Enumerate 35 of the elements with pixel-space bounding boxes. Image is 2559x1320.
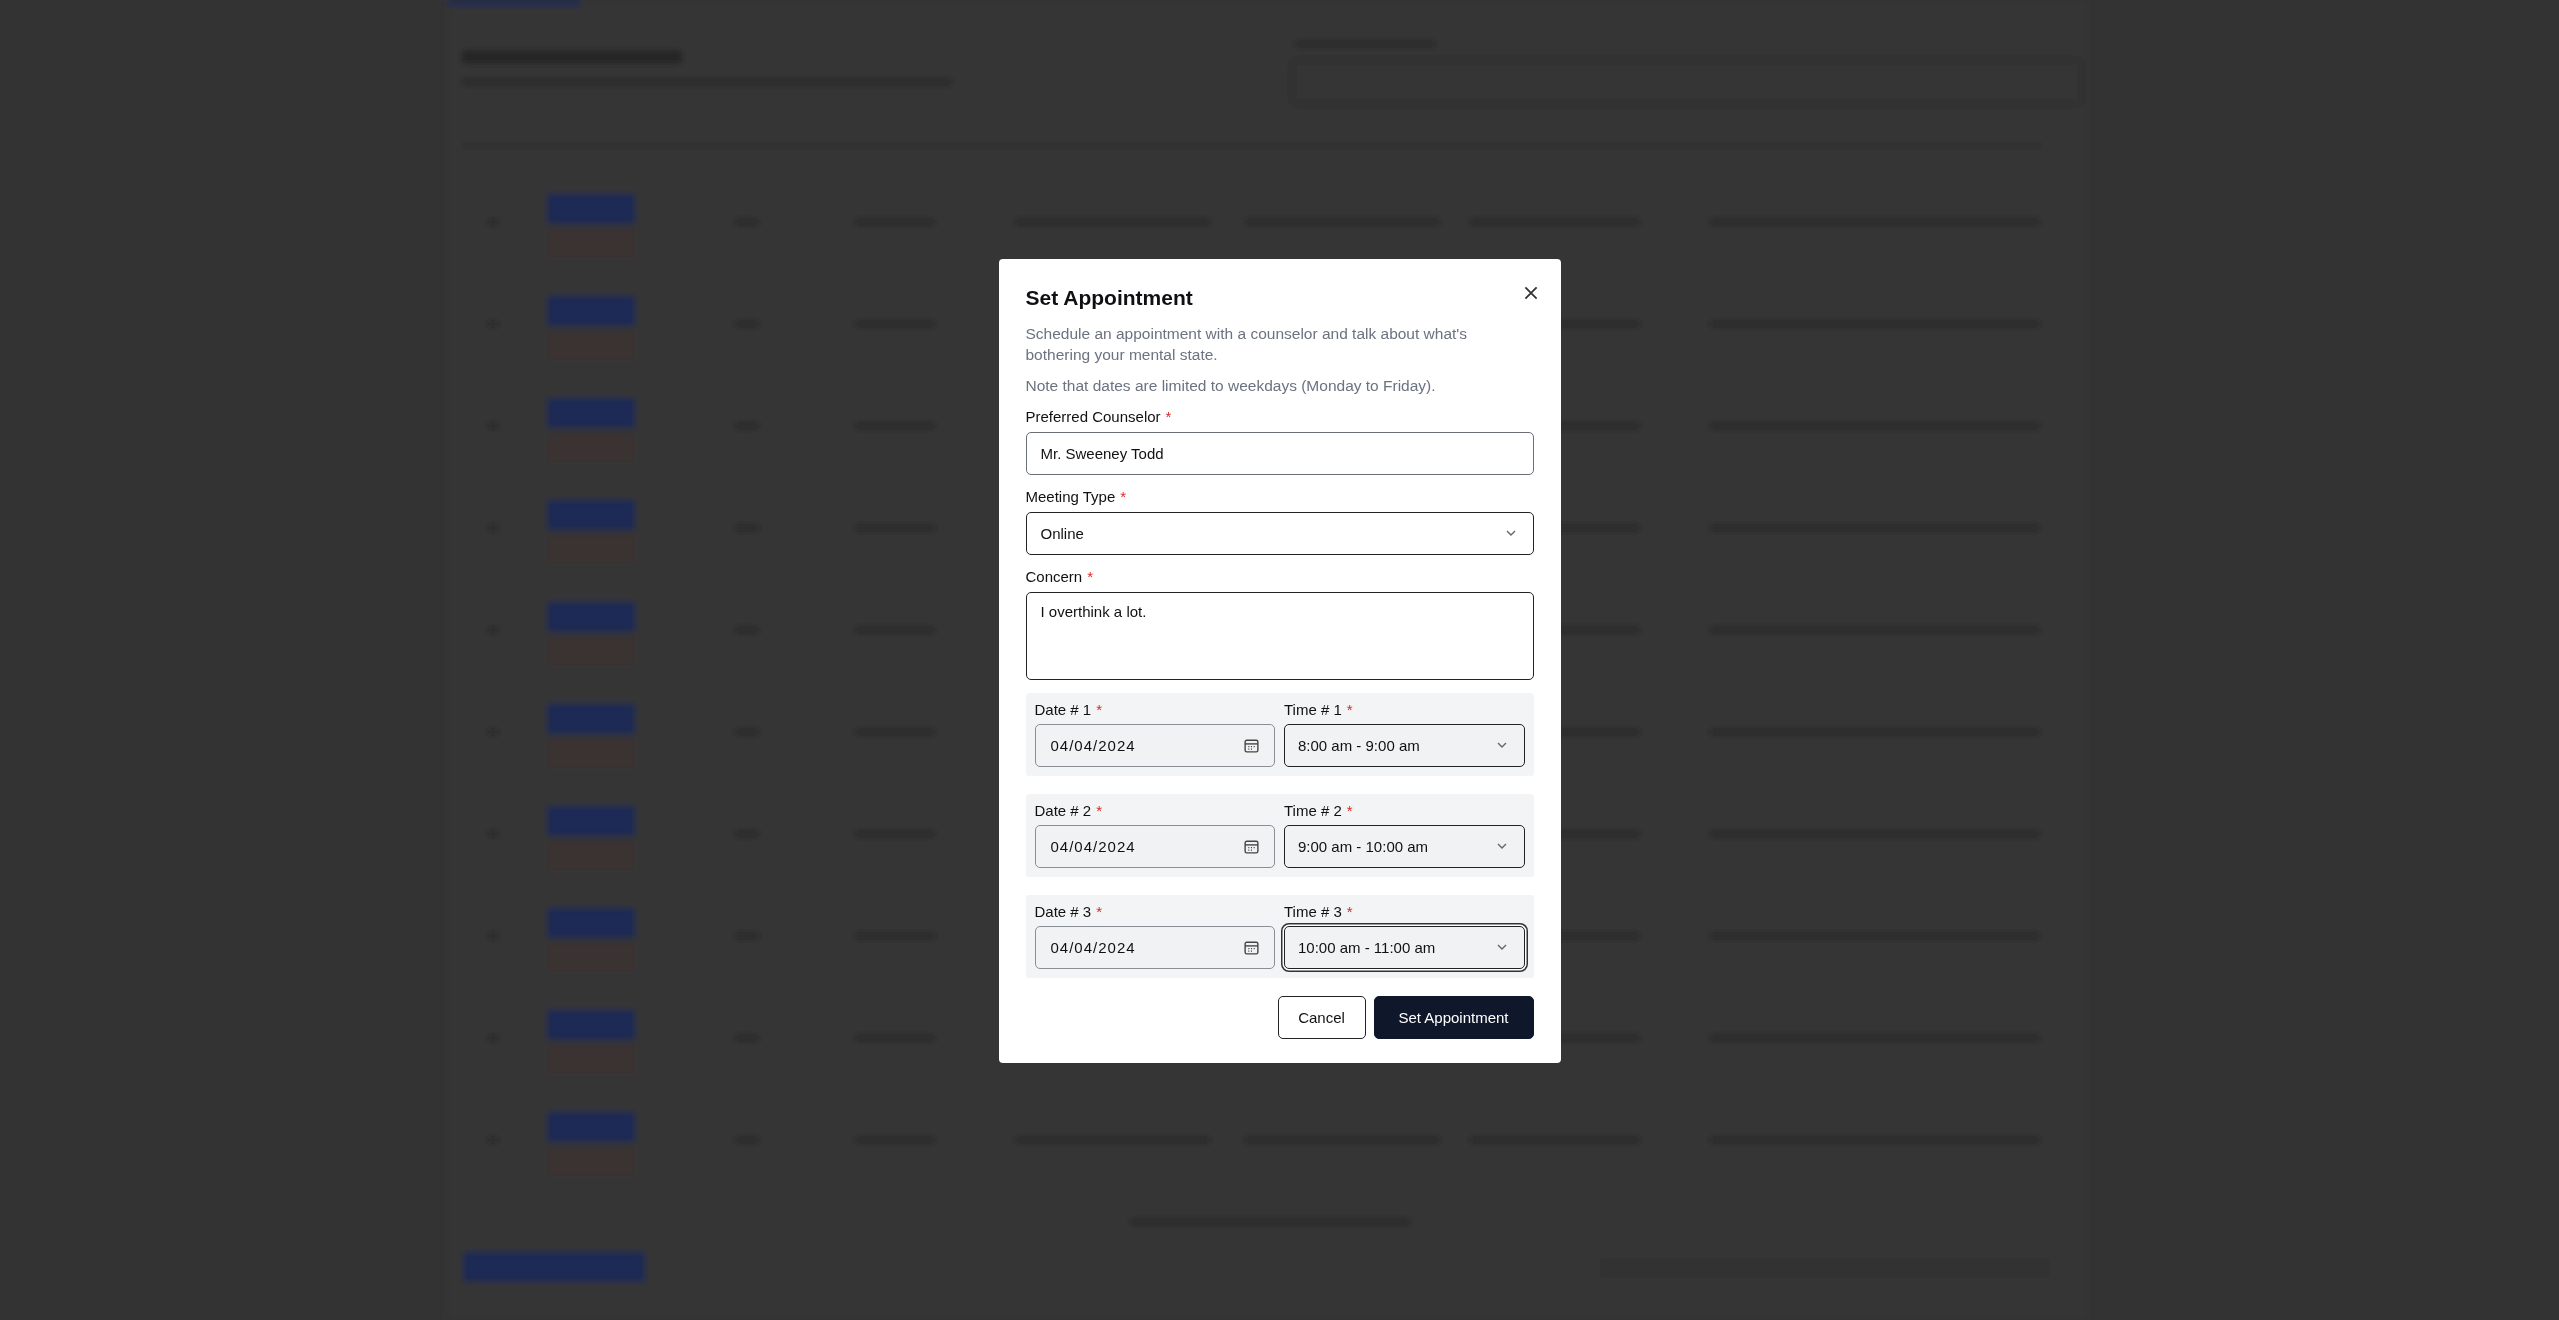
dialog-title: Set Appointment [1025, 284, 1193, 311]
dialog-description: Schedule an appointment with a counselor and talk about what's bothering your mental state. [1025, 323, 1469, 365]
required-mark: * [1165, 407, 1172, 426]
field-label: Meeting Type [1025, 487, 1116, 506]
counselor-input[interactable]: Mr. Sweeney Todd [1025, 431, 1534, 475]
concern-textarea[interactable]: I overthink a lot. [1025, 591, 1534, 680]
required-mark: * [1346, 902, 1353, 921]
calendar-icon[interactable] [1243, 837, 1260, 855]
meeting-type-select[interactable]: Online [1025, 511, 1534, 555]
required-mark: * [1346, 801, 1353, 820]
time-select[interactable]: 9:00 am - 10:00 am [1284, 824, 1525, 868]
date-input[interactable]: 04/04/2024 [1034, 925, 1275, 969]
field-label: Time # 3 [1284, 902, 1342, 921]
field-label: Concern [1025, 567, 1083, 586]
time-select[interactable]: 8:00 am - 9:00 am [1284, 723, 1525, 767]
dialog-note: Note that dates are limited to weekdays (Monday to Friday). [1025, 375, 1437, 396]
required-mark: * [1096, 700, 1103, 719]
time-select[interactable]: 10:00 am - 11:00 am [1284, 925, 1525, 969]
field-label: Date # 2 [1034, 801, 1092, 820]
required-mark: * [1120, 487, 1127, 506]
field-label: Date # 3 [1034, 902, 1092, 921]
date-input[interactable]: 04/04/2024 [1034, 824, 1275, 868]
required-mark: * [1346, 700, 1353, 719]
required-mark: * [1096, 801, 1103, 820]
cancel-button[interactable]: Cancel [1277, 995, 1366, 1039]
required-mark: * [1096, 902, 1103, 921]
required-mark: * [1087, 567, 1094, 586]
field-label: Time # 2 [1284, 801, 1342, 820]
field-label: Date # 1 [1034, 700, 1092, 719]
set-appointment-button[interactable]: Set Appointment [1373, 995, 1534, 1039]
calendar-icon[interactable] [1243, 736, 1260, 754]
date-input[interactable]: 04/04/2024 [1034, 723, 1275, 767]
field-label: Time # 1 [1284, 700, 1342, 719]
field-label: Preferred Counselor [1025, 407, 1161, 426]
calendar-icon[interactable] [1243, 938, 1260, 956]
